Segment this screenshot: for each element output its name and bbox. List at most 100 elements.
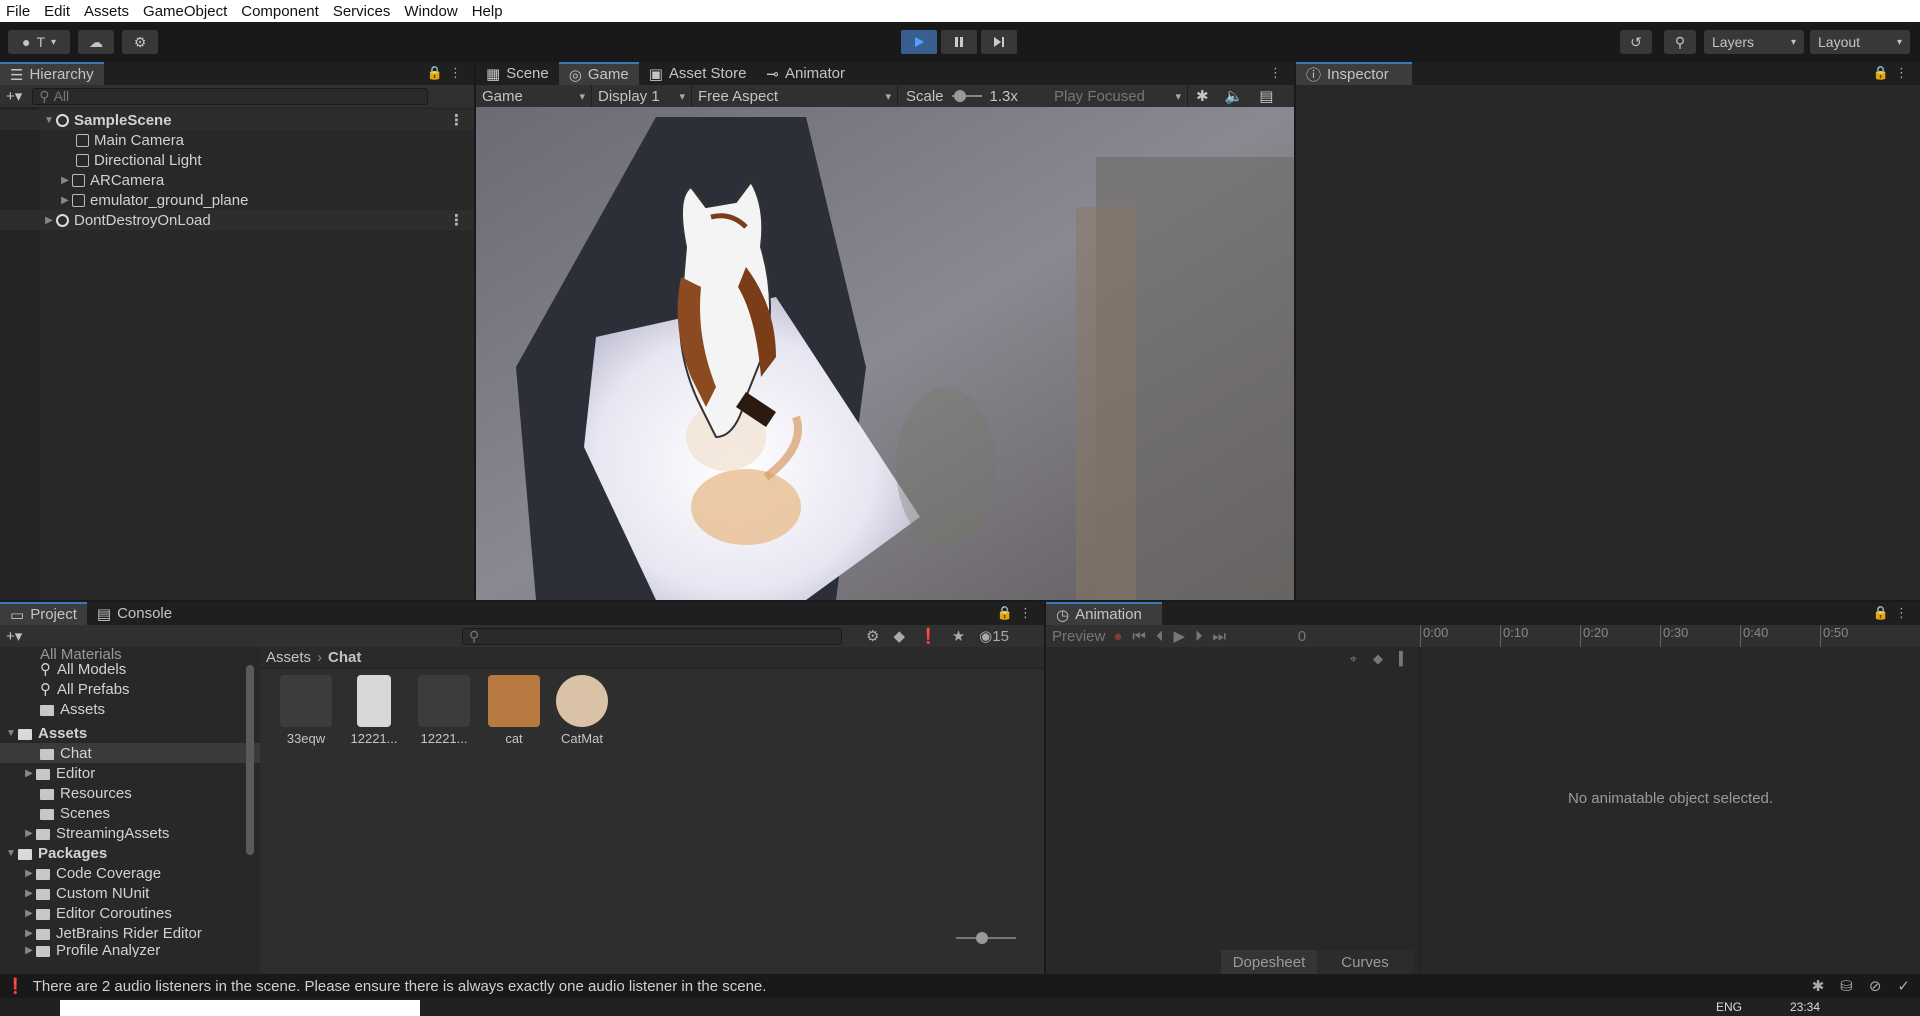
filter-type-icon[interactable]: ⚙ <box>866 627 879 645</box>
add-button[interactable]: +▾ <box>6 627 22 645</box>
display-dropdown[interactable]: Display 1 <box>592 86 692 106</box>
timeline-ruler[interactable]: 0:00 0:10 0:20 0:30 0:40 0:50 <box>1420 625 1920 647</box>
play-button[interactable] <box>901 30 937 54</box>
history-button[interactable]: ↺ <box>1620 30 1652 54</box>
expand-arrow-icon[interactable]: ▶ <box>22 828 36 839</box>
hidden-eye-icon[interactable]: ◉15 <box>979 627 1009 645</box>
folder-scenes[interactable]: Scenes <box>0 803 260 823</box>
menu-help[interactable]: Help <box>472 3 503 20</box>
expand-arrow-icon[interactable]: ▶ <box>58 195 72 206</box>
folder-chat[interactable]: Chat <box>0 743 260 763</box>
favorite-assets[interactable]: Assets <box>0 699 260 719</box>
scale-slider-thumb[interactable] <box>953 90 966 102</box>
cache-icon[interactable]: ⛁ <box>1840 977 1853 995</box>
cloud-button[interactable]: ☁ <box>78 30 114 54</box>
breadcrumb-assets[interactable]: Assets <box>266 649 311 666</box>
prev-keyframe-icon[interactable]: ⏴ <box>1156 628 1164 645</box>
status-bar[interactable]: ❗ There are 2 audio listeners in the sce… <box>0 974 1920 998</box>
layers-dropdown[interactable]: Layers ▾ <box>1704 30 1804 54</box>
package-profile-analyzer[interactable]: ▶ Profile Analyzer <box>0 943 260 957</box>
play-focused-dropdown[interactable]: Play Focused <box>1048 86 1188 106</box>
collab-button[interactable]: ⚙ <box>122 30 158 54</box>
tab-project[interactable]: ▭ Project <box>0 602 87 625</box>
aspect-dropdown[interactable]: Free Aspect <box>692 86 898 106</box>
folder-streaming-assets[interactable]: ▶ StreamingAssets <box>0 823 260 843</box>
pause-button[interactable] <box>941 30 977 54</box>
expand-arrow-icon[interactable]: ▶ <box>42 215 56 226</box>
expand-arrow-icon[interactable]: ▶ <box>22 908 36 919</box>
menu-component[interactable]: Component <box>241 3 319 20</box>
assets-root[interactable]: ▼ Assets <box>0 723 260 743</box>
speaker-icon[interactable]: 🔈 <box>1225 87 1244 105</box>
tab-scene[interactable]: ▦ Scene <box>476 62 559 85</box>
favorite-all-prefabs[interactable]: ⚲ All Prefabs <box>0 679 260 699</box>
panel-lock-menu[interactable]: 🔒⋮ <box>1873 605 1914 621</box>
play-icon[interactable]: ▶ <box>1173 627 1185 645</box>
tab-inspector[interactable]: ⓘ Inspector <box>1296 62 1412 85</box>
menu-file[interactable]: File <box>6 3 30 20</box>
tree-item-arcamera[interactable]: ▶ ARCamera <box>0 170 474 190</box>
panel-lock-menu[interactable]: 🔒⋮ <box>427 65 468 81</box>
package-editor-coroutines[interactable]: ▶ Editor Coroutines <box>0 903 260 923</box>
panel-lock-menu[interactable]: 🔒⋮ <box>997 605 1038 621</box>
expand-arrow-icon[interactable]: ▶ <box>22 888 36 899</box>
step-button[interactable] <box>981 30 1017 54</box>
layout-dropdown[interactable]: Layout ▾ <box>1810 30 1910 54</box>
search-button[interactable]: ⚲ <box>1664 30 1696 54</box>
tab-animation[interactable]: ◷ Animation <box>1046 602 1162 625</box>
hierarchy-search-input[interactable]: ⚲ All <box>32 87 429 105</box>
breadcrumb-chat[interactable]: Chat <box>328 649 361 666</box>
tab-game[interactable]: ◎ Game <box>558 62 639 85</box>
panel-lock-menu[interactable]: 🔒⋮ <box>1873 65 1914 81</box>
menu-assets[interactable]: Assets <box>84 3 129 20</box>
preview-button[interactable]: Preview <box>1052 628 1105 645</box>
tree-dont-destroy[interactable]: ▶ DontDestroyOnLoad ⋮ <box>0 210 474 230</box>
asset-item[interactable]: CatMat <box>550 675 614 746</box>
stats-icon[interactable]: ▤ <box>1259 87 1273 105</box>
project-search-input[interactable]: ⚲ <box>462 627 842 645</box>
tree-item-directional-light[interactable]: Directional Light <box>0 150 474 170</box>
expand-arrow-icon[interactable]: ▶ <box>22 928 36 939</box>
dont-destroy-menu-icon[interactable]: ⋮ <box>449 211 464 229</box>
package-code-coverage[interactable]: ▶ Code Coverage <box>0 863 260 883</box>
folder-editor[interactable]: ▶ Editor <box>0 763 260 783</box>
crosshair-icon[interactable]: ⌖ <box>1350 651 1357 667</box>
expand-arrow-icon[interactable]: ▶ <box>58 175 72 186</box>
game-mode-dropdown[interactable]: Game <box>476 86 592 106</box>
add-event-icon[interactable]: ▍ <box>1399 651 1409 667</box>
expand-arrow-icon[interactable]: ▼ <box>4 728 18 739</box>
asset-item[interactable]: 12221... <box>342 675 406 746</box>
add-button[interactable]: +▾ <box>6 87 22 105</box>
sidebar-scrollbar[interactable] <box>246 665 254 855</box>
taskbar-search-box[interactable] <box>60 1000 420 1016</box>
bug-icon[interactable]: ✱ <box>1196 87 1209 105</box>
tab-animator[interactable]: ⊸ Animator <box>756 62 855 85</box>
thumbnail-size-slider[interactable] <box>956 932 1016 944</box>
warning-filter-icon[interactable]: ❗ <box>919 627 938 645</box>
taskbar-language[interactable]: ENG <box>1716 1000 1742 1014</box>
tree-item-ground-plane[interactable]: ▶ emulator_ground_plane <box>0 190 474 210</box>
game-viewport[interactable] <box>476 107 1294 600</box>
add-keyframe-icon[interactable]: ◆ <box>1373 651 1383 667</box>
expand-arrow-icon[interactable]: ▶ <box>22 945 36 956</box>
thumbnail-size-thumb[interactable] <box>976 932 988 944</box>
record-icon[interactable]: ● <box>1113 628 1122 645</box>
scene-menu-icon[interactable]: ⋮ <box>449 111 464 129</box>
menu-edit[interactable]: Edit <box>44 3 70 20</box>
package-jetbrains-rider[interactable]: ▶ JetBrains Rider Editor <box>0 923 260 943</box>
last-keyframe-icon[interactable]: ⏭ <box>1213 628 1227 645</box>
tree-scene[interactable]: ▼ SampleScene ⋮ <box>0 110 474 130</box>
menu-window[interactable]: Window <box>404 3 457 20</box>
folder-resources[interactable]: Resources <box>0 783 260 803</box>
expand-arrow-icon[interactable]: ▶ <box>22 768 36 779</box>
asset-item[interactable]: cat <box>482 675 546 746</box>
tab-asset-store[interactable]: ▣ Asset Store <box>639 62 757 85</box>
tab-console[interactable]: ▤ Console <box>87 602 182 625</box>
menu-gameobject[interactable]: GameObject <box>143 3 227 20</box>
dopesheet-button[interactable]: Dopesheet <box>1221 950 1317 974</box>
tree-item-main-camera[interactable]: Main Camera <box>0 130 474 150</box>
asset-item[interactable]: 12221... <box>412 675 476 746</box>
next-keyframe-icon[interactable]: ⏵ <box>1195 628 1203 645</box>
frame-field[interactable]: 0 <box>1266 628 1306 645</box>
debug-icon[interactable]: ✱ <box>1812 977 1825 995</box>
